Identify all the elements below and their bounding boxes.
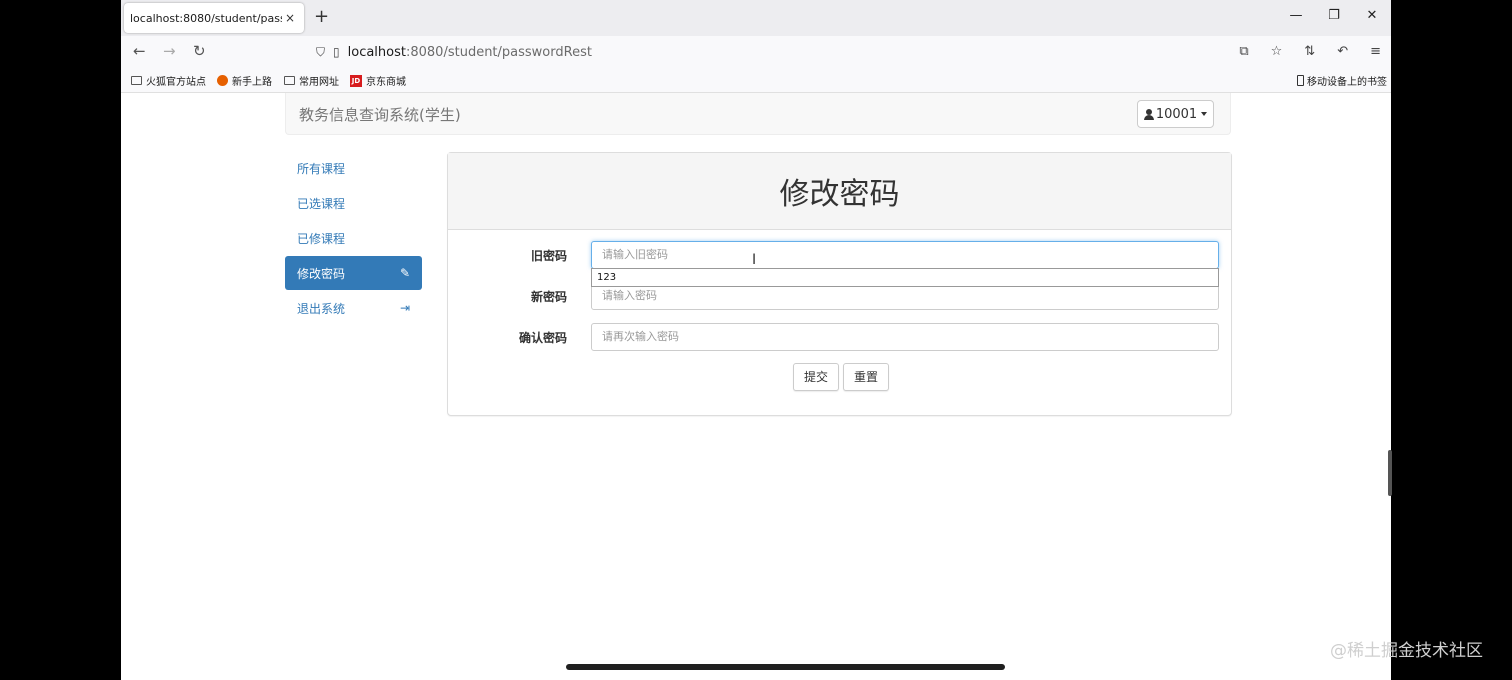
brand-title[interactable]: 教务信息查询系统(学生) (299, 104, 461, 125)
confirm-password-label: 确认密码 (518, 331, 567, 345)
minimize-icon[interactable]: — (1277, 0, 1315, 32)
caret-down-icon (1201, 112, 1208, 116)
sidebar-item-selected-courses[interactable]: 已选课程 (285, 186, 422, 220)
panel-heading: 修改密码 (448, 153, 1231, 230)
browser-tab[interactable]: localhost:8080/student/passwordRest × (124, 3, 304, 33)
sidebar-item-label: 退出系统 (297, 301, 346, 316)
bookmark-label: 常用网址 (299, 77, 339, 88)
bookmark-item[interactable]: 常用网址 (284, 73, 339, 88)
close-window-icon[interactable]: ✕ (1353, 0, 1391, 32)
tab-title: localhost:8080/student/passwordRest (130, 11, 282, 25)
browser-window: localhost:8080/student/passwordRest × + … (121, 0, 1391, 680)
panel-title: 修改密码 (779, 177, 900, 212)
jd-icon: JD (350, 74, 362, 87)
bookmark-item[interactable]: 新手上路 (217, 73, 272, 88)
sidebar-item-all-courses[interactable]: 所有课程 (285, 151, 422, 185)
folder-icon (131, 76, 142, 85)
sidebar-item-change-password[interactable]: 修改密码 ✎ (285, 256, 422, 290)
old-password-input[interactable]: 请输入旧密码 I (591, 241, 1219, 269)
scrollbar-handle[interactable] (1388, 450, 1392, 496)
sidebar-item-label: 已修课程 (297, 231, 346, 246)
url-path: :8080/student/passwordRest (405, 44, 592, 60)
form-actions: 提交 重置 (793, 363, 890, 391)
toolbar-right: ⧉ ☆ ⇅ ↶ ≡ (1239, 44, 1381, 59)
menu-icon[interactable]: ≡ (1370, 44, 1381, 59)
sidebar-item-label: 修改密码 (297, 266, 346, 281)
reload-icon[interactable]: ↻ (193, 42, 206, 60)
translate-icon[interactable]: ⧉ (1239, 44, 1248, 59)
bookmark-item[interactable]: JD 京东商城 (350, 73, 406, 88)
new-tab-icon[interactable]: + (314, 6, 329, 27)
folder-icon (284, 76, 295, 85)
password-panel: 修改密码 旧密码 请输入旧密码 I 123 新密码 请输入密码 确认密码 请再次… (447, 152, 1232, 416)
mobile-icon (1297, 75, 1304, 86)
user-id: 10001 (1155, 106, 1198, 122)
back-icon[interactable]: ← (133, 42, 146, 60)
confirm-password-placeholder: 请再次输入密码 (602, 330, 679, 343)
url-host: localhost (347, 44, 406, 60)
tab-close-icon[interactable]: × (282, 11, 298, 25)
page-info-icon[interactable]: ▯ (333, 45, 340, 59)
submit-button[interactable]: 提交 (793, 363, 840, 391)
tab-bar: localhost:8080/student/passwordRest × + … (121, 0, 1391, 36)
logout-icon: ⇥ (399, 301, 410, 315)
bookmark-label: 火狐官方站点 (146, 77, 206, 88)
new-password-label: 新密码 (530, 290, 567, 304)
extensions-icon[interactable]: ⇅ (1304, 44, 1315, 59)
mobile-bookmarks[interactable]: 移动设备上的书签 (1297, 73, 1387, 88)
firefox-icon (217, 75, 228, 86)
bookmark-label: 新手上路 (232, 77, 272, 88)
account-icon[interactable]: ↶ (1337, 44, 1348, 59)
confirm-password-row: 确认密码 请再次输入密码 (448, 323, 1233, 351)
watermark: @稀土掘金技术社区 (1330, 641, 1483, 661)
old-password-label: 旧密码 (530, 249, 567, 263)
sidebar-item-label: 所有课程 (297, 161, 346, 176)
bookmark-item[interactable]: 火狐官方站点 (131, 73, 206, 88)
web-page: 教务信息查询系统(学生) 10001 所有课程 已选课程 已修课程 修改密码 ✎ (121, 93, 1391, 680)
old-password-row: 旧密码 请输入旧密码 I 123 (448, 241, 1233, 287)
bookmarks-bar: 火狐官方站点 新手上路 常用网址 JD 京东商城 移动设备上的书签 (121, 68, 1391, 93)
user-icon (1143, 108, 1154, 120)
bookmark-star-icon[interactable]: ☆ (1271, 44, 1283, 59)
autocomplete-option[interactable]: 123 (591, 268, 1219, 287)
app-navbar: 教务信息查询系统(学生) 10001 (285, 93, 1231, 135)
bookmark-label: 移动设备上的书签 (1307, 77, 1387, 88)
window-controls: — ❐ ✕ (1277, 0, 1391, 32)
user-menu-button[interactable]: 10001 (1137, 100, 1214, 128)
restore-icon[interactable]: ❐ (1315, 0, 1353, 32)
sidebar-item-completed-courses[interactable]: 已修课程 (285, 221, 422, 255)
reset-button[interactable]: 重置 (843, 363, 890, 391)
pencil-icon: ✎ (399, 266, 410, 280)
home-indicator[interactable] (566, 664, 1005, 670)
navigation-bar: ← → ↻ ⛉ ▯ localhost:8080/student/passwor… (121, 36, 1391, 68)
old-password-placeholder: 请输入旧密码 (602, 248, 668, 261)
sidebar-item-logout[interactable]: 退出系统 ⇥ (285, 291, 422, 325)
forward-icon[interactable]: → (163, 42, 176, 60)
confirm-password-input[interactable]: 请再次输入密码 (591, 323, 1219, 351)
new-password-placeholder: 请输入密码 (602, 289, 657, 302)
sidebar-item-label: 已选课程 (297, 196, 346, 211)
bookmark-label: 京东商城 (366, 77, 406, 88)
url-bar[interactable]: ⛉ ▯ localhost:8080/student/passwordRest (316, 40, 1126, 64)
shield-icon[interactable]: ⛉ (316, 45, 325, 60)
sidebar: 所有课程 已选课程 已修课程 修改密码 ✎ 退出系统 ⇥ (285, 151, 422, 326)
